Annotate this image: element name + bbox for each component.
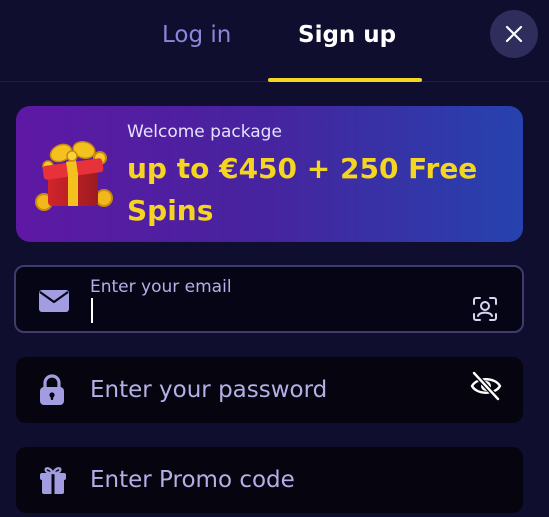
active-tab-indicator	[268, 78, 422, 82]
tab-signup[interactable]: Sign up	[298, 18, 396, 52]
gift-icon	[39, 465, 67, 495]
banner-label: Welcome package	[127, 122, 282, 142]
auth-tabs-header: Log in Sign up	[0, 0, 549, 82]
gift-box-icon	[35, 141, 113, 211]
email-field[interactable]: Enter your email	[14, 265, 524, 333]
password-placeholder: Enter your password	[90, 377, 328, 403]
welcome-banner: Welcome package up to €450 + 250 Free Sp…	[16, 106, 523, 242]
signup-dialog: Log in Sign up Welcome package up to €45…	[0, 0, 549, 517]
promo-placeholder: Enter Promo code	[90, 467, 295, 493]
face-scan-icon[interactable]	[472, 296, 498, 322]
banner-offer: up to €450 + 250 Free Spins	[127, 152, 478, 227]
envelope-icon	[38, 289, 70, 313]
close-button[interactable]	[490, 10, 538, 58]
email-label: Enter your email	[90, 277, 232, 297]
tab-login[interactable]: Log in	[162, 18, 231, 52]
eye-off-icon[interactable]	[469, 370, 503, 402]
lock-icon	[38, 374, 66, 406]
text-caret	[91, 298, 93, 323]
password-field[interactable]: Enter your password	[16, 357, 523, 423]
close-icon	[505, 25, 523, 43]
promo-code-field[interactable]: Enter Promo code	[16, 447, 523, 513]
